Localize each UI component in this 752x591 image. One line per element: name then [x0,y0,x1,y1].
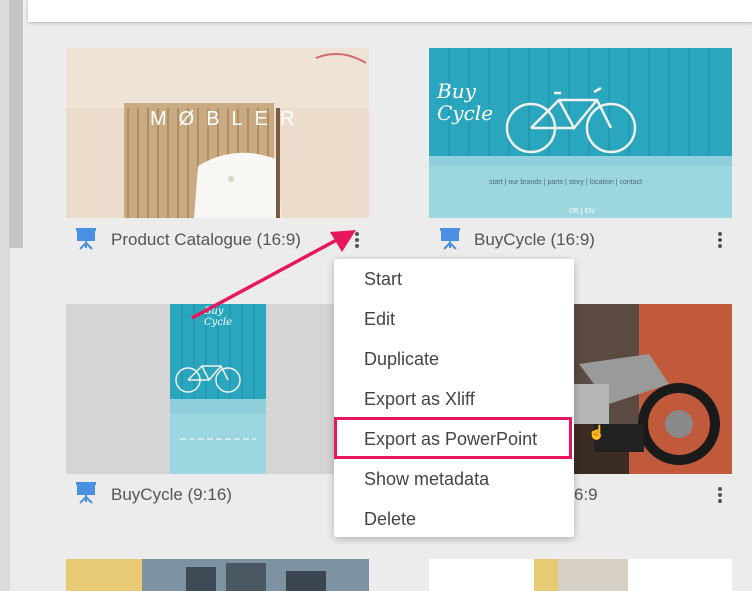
annotation-arrow-icon [191,230,356,320]
card-title[interactable]: BuyCycle (9:16) [111,485,232,505]
scrollbar-thumb[interactable] [9,0,23,248]
presentation-icon [76,482,96,504]
bicycle-portrait-photo [66,304,369,474]
card-thumbnail-interior[interactable] [429,559,732,591]
presentation-icon [440,228,460,250]
city-photo [66,559,369,591]
thumbnail-logo: Buy Cycle [437,79,494,125]
menu-item-delete[interactable]: Delete [334,499,574,539]
left-scrollbar[interactable] [0,0,23,591]
presentation-icon [76,228,96,250]
menu-item-show-metadata[interactable]: Show metadata [334,459,574,499]
thumbnail-language: DE | EN [569,208,595,215]
interior-photo [429,559,732,591]
card-thumbnail-buycycle-16-9[interactable]: Buy Cycle start | our brands | parts | s… [429,48,732,218]
bicycle-photo [429,48,732,218]
thumbnail-title-text: MØBLER [150,108,307,130]
menu-item-start[interactable]: Start [334,259,574,299]
card-thumbnail-city[interactable] [66,559,369,591]
card-title[interactable]: BuyCycle (16:9) [474,230,595,250]
top-bar [28,0,752,22]
menu-item-duplicate[interactable]: Duplicate [334,339,574,379]
card-title-partial[interactable]: 6:9 [574,485,598,505]
menu-item-export-xliff[interactable]: Export as Xliff [334,379,574,419]
more-options-icon[interactable] [713,484,727,506]
card-thumbnail-buycycle-9-16[interactable]: Buy Cycle [66,304,369,474]
touch-hand-icon: ☝ [588,424,606,440]
card-thumbnail-product-catalogue[interactable]: MØBLER [66,48,369,218]
furniture-photo [66,48,369,218]
more-options-icon[interactable] [713,229,727,251]
thumbnail-nav: start | our brands | parts | story | loc… [489,179,643,186]
menu-item-edit[interactable]: Edit [334,299,574,339]
context-menu: Start Edit Duplicate Export as Xliff Exp… [334,259,574,537]
menu-item-export-powerpoint[interactable]: Export as PowerPoint [334,419,574,459]
presentations-gallery: MØBLER Product Catalogue (16:9) Buy Cycl… [0,0,752,591]
